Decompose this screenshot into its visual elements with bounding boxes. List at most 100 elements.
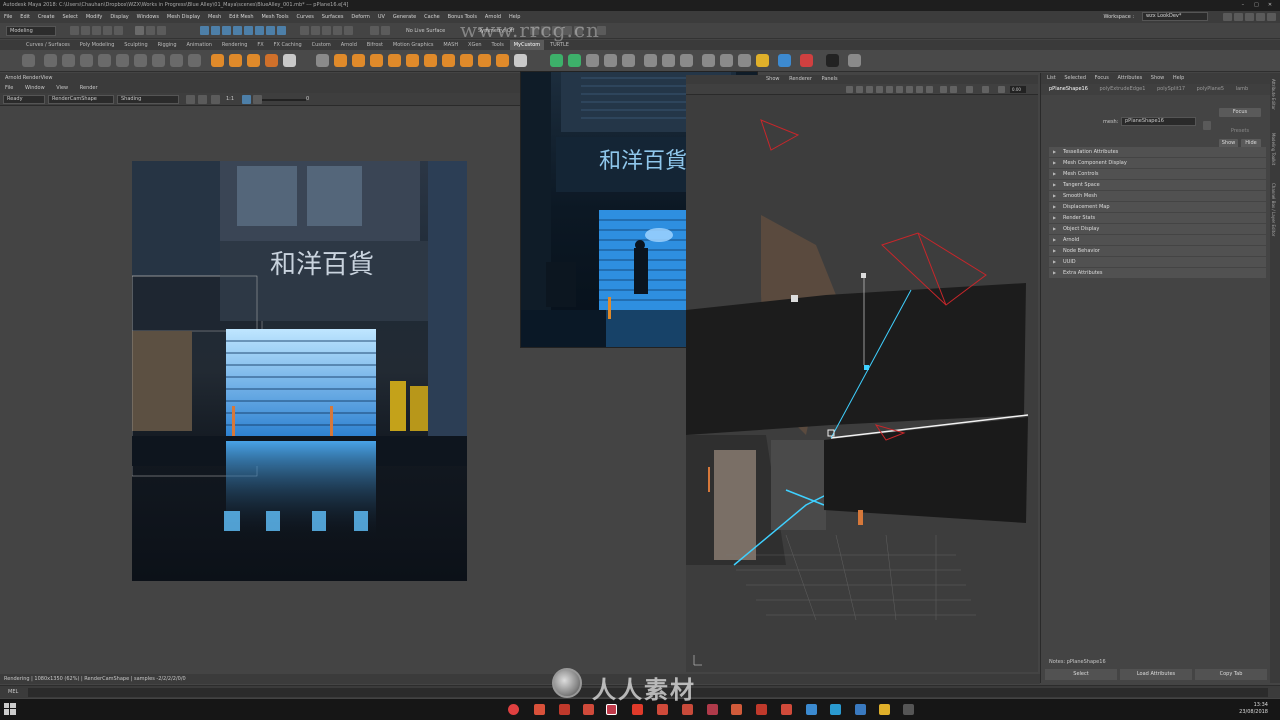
render-settings-icon[interactable] — [552, 26, 561, 35]
bridge-icon[interactable] — [370, 54, 383, 67]
menu-cache[interactable]: Cache — [424, 14, 440, 20]
sphere-icon[interactable] — [211, 54, 224, 67]
ao-icon[interactable] — [906, 86, 913, 93]
cylinder-icon[interactable] — [247, 54, 260, 67]
shelf-tool-icon[interactable] — [22, 54, 35, 67]
menu-select[interactable]: Select — [62, 14, 77, 20]
exposure-value[interactable]: 0 — [306, 96, 309, 102]
paint-icon[interactable] — [604, 54, 617, 67]
target-weld-icon[interactable] — [460, 54, 473, 67]
shelf-tab[interactable]: Curves / Surfaces — [22, 40, 74, 50]
motion-blur-icon[interactable] — [916, 86, 923, 93]
copy-tab-button[interactable]: Copy Tab — [1195, 669, 1267, 680]
selection-mask-icon[interactable] — [266, 26, 275, 35]
minimize-button[interactable]: – — [1237, 0, 1249, 11]
selection-mask-icon[interactable] — [244, 26, 253, 35]
menu-windows[interactable]: Windows — [137, 14, 159, 20]
selection-mask-icon[interactable] — [222, 26, 231, 35]
section-mesh-component-display[interactable]: Mesh Component Display — [1049, 158, 1266, 168]
section-object-display[interactable]: Object Display — [1049, 224, 1266, 234]
shelf-tab[interactable]: XGen — [464, 40, 486, 50]
shelf-tab[interactable]: Animation — [182, 40, 216, 50]
select-button[interactable]: Select — [1045, 669, 1117, 680]
mash-network-icon[interactable] — [568, 54, 581, 67]
menu-display[interactable]: Display — [110, 14, 128, 20]
shelf-tab[interactable]: Arnold — [337, 40, 361, 50]
shelf-tool-icon[interactable] — [62, 54, 75, 67]
shelf-tab[interactable]: TURTLE — [546, 40, 573, 50]
select-by-object-icon[interactable] — [146, 26, 155, 35]
mirror-icon[interactable] — [514, 54, 527, 67]
light-editor-icon[interactable] — [662, 54, 675, 67]
section-uuid[interactable]: UUID — [1049, 257, 1266, 267]
section-arnold[interactable]: Arnold — [1049, 235, 1266, 245]
wireframe-icon[interactable] — [856, 86, 863, 93]
taskbar-app-icon[interactable] — [682, 704, 693, 715]
layout-icon[interactable] — [1267, 12, 1276, 21]
side-tab-attribute-editor[interactable]: Attribute Editor — [1271, 79, 1276, 110]
shelf-tool-icon[interactable] — [116, 54, 129, 67]
ae-tab[interactable]: lamb — [1236, 86, 1249, 92]
menu-edit-mesh[interactable]: Edit Mesh — [229, 14, 253, 20]
menu-mesh-tools[interactable]: Mesh Tools — [261, 14, 288, 20]
new-scene-icon[interactable] — [70, 26, 79, 35]
shelf-tab[interactable]: FX — [253, 40, 267, 50]
menu-edit[interactable]: Edit — [20, 14, 30, 20]
connection-editor-icon[interactable] — [778, 54, 791, 67]
shelf-tool-icon[interactable] — [44, 54, 57, 67]
ball-icon[interactable] — [826, 54, 839, 67]
snap-curve-icon[interactable] — [311, 26, 320, 35]
record-app-icon[interactable] — [508, 704, 519, 715]
ipr-render-icon[interactable] — [541, 26, 550, 35]
taskbar-app-icon[interactable] — [559, 704, 570, 715]
shelf-tab[interactable]: Tools — [487, 40, 507, 50]
ae-tab[interactable]: polyExtrudeEdge1 — [1100, 86, 1146, 92]
rv-menu-view[interactable]: View — [56, 85, 68, 91]
taskbar-app-icon[interactable] — [830, 704, 841, 715]
taskbar-app-icon[interactable] — [632, 704, 643, 715]
section-extra-attributes[interactable]: Extra Attributes — [1049, 268, 1266, 278]
cube-icon[interactable] — [229, 54, 242, 67]
ae-tab[interactable]: polyPlane5 — [1197, 86, 1224, 92]
snap-grid-icon[interactable] — [300, 26, 309, 35]
mesh-name-field[interactable]: pPlaneShape16 — [1121, 117, 1196, 126]
viewport-3d[interactable] — [686, 95, 1038, 672]
viewport-menu-panels[interactable]: Panels — [822, 76, 838, 82]
open-scene-icon[interactable] — [81, 26, 90, 35]
close-button[interactable]: ✕ — [1264, 0, 1276, 11]
section-smooth-mesh[interactable]: Smooth Mesh — [1049, 191, 1266, 201]
shelf-tab[interactable]: Bifrost — [363, 40, 387, 50]
ae-menu-attributes[interactable]: Attributes — [1118, 75, 1143, 81]
xray-icon[interactable] — [950, 86, 957, 93]
shelf-tab-active[interactable]: MyCustom — [509, 40, 545, 50]
selection-mask-icon[interactable] — [255, 26, 264, 35]
sun-light-icon[interactable] — [756, 54, 769, 67]
snap-point-icon[interactable] — [322, 26, 331, 35]
zoom-ratio[interactable]: 1:1 — [226, 96, 234, 102]
taskbar-app-icon[interactable] — [707, 704, 718, 715]
menu-deform[interactable]: Deform — [351, 14, 370, 20]
layout-icon[interactable] — [1234, 12, 1243, 21]
file-explorer-icon[interactable] — [879, 704, 890, 715]
maximize-button[interactable]: □ — [1250, 0, 1262, 11]
rv-menu-render[interactable]: Render — [80, 85, 98, 91]
redo-icon[interactable] — [114, 26, 123, 35]
menu-generate[interactable]: Generate — [393, 14, 416, 20]
render-status-dropdown[interactable]: Ready — [3, 95, 45, 104]
menu-file[interactable]: File — [4, 14, 12, 20]
selection-mask-icon[interactable] — [233, 26, 242, 35]
section-tangent-space[interactable]: Tangent Space — [1049, 180, 1266, 190]
layout-icon[interactable] — [1245, 12, 1254, 21]
ae-menu-show[interactable]: Show — [1151, 75, 1165, 81]
ae-tab-active[interactable]: pPlaneShape16 — [1049, 86, 1088, 92]
multicut-icon[interactable] — [442, 54, 455, 67]
start-render-icon[interactable] — [186, 95, 195, 104]
camera-dropdown[interactable]: RenderCamShape — [48, 95, 114, 104]
select-by-component-icon[interactable] — [157, 26, 166, 35]
menu-mesh-display[interactable]: Mesh Display — [167, 14, 200, 20]
history-icon[interactable] — [370, 26, 379, 35]
menu-bonus-tools[interactable]: Bonus Tools — [448, 14, 477, 20]
shelf-tool-icon[interactable] — [80, 54, 93, 67]
section-mesh-controls[interactable]: Mesh Controls — [1049, 169, 1266, 179]
menu-surfaces[interactable]: Surfaces — [322, 14, 344, 20]
